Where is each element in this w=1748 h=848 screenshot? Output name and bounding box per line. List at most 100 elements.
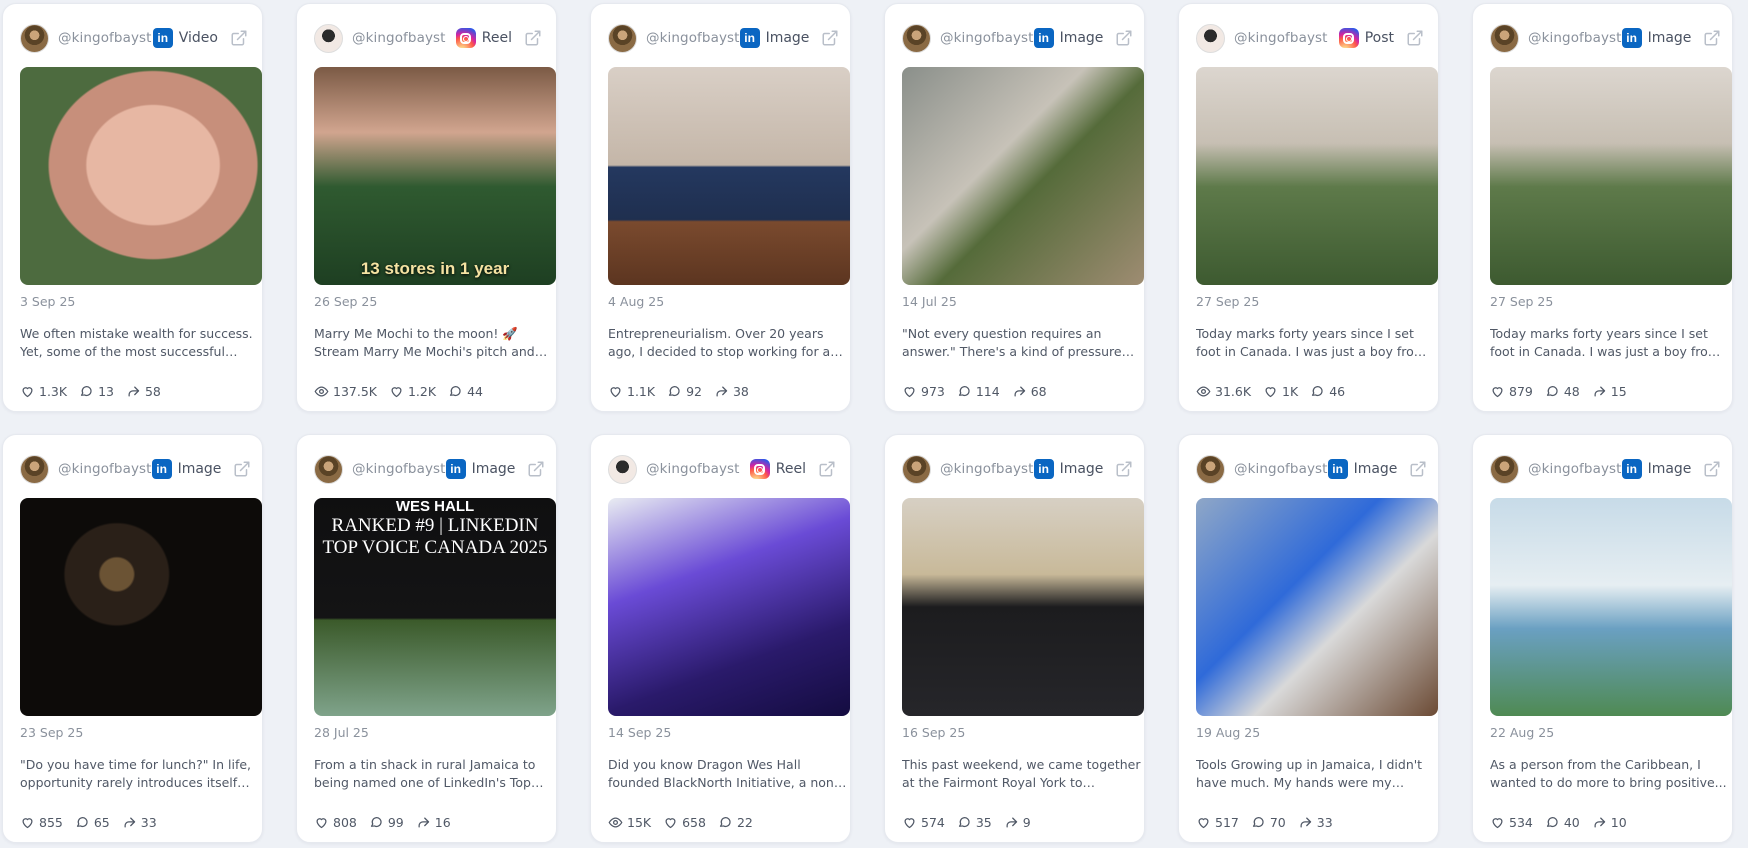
external-link-icon[interactable] [527,460,545,478]
account-handle[interactable]: @kingofbayst [58,30,152,46]
post-date: 22 Aug 25 [1490,725,1555,740]
platform-badge: in Image [151,459,252,479]
account-handle[interactable]: @kingofbayst [1528,461,1622,477]
stat-comment: 13 [79,384,114,399]
avatar[interactable] [314,23,343,53]
external-link-icon[interactable] [818,460,836,478]
post-thumbnail[interactable] [608,498,850,716]
account-handle[interactable]: @kingofbayst [1234,461,1328,477]
comment-icon [957,384,972,399]
post-card[interactable]: @kingofbayst Reel 13 stores in 1 year 26… [296,3,557,412]
avatar[interactable] [1196,23,1225,53]
post-card[interactable]: @kingofbayst in Video 3 Sep 25 We often … [2,3,263,412]
comment-icon [79,384,94,399]
account-handle[interactable]: @kingofbayst [58,461,152,477]
stat-value: 48 [1563,384,1580,399]
external-link-icon[interactable] [1703,460,1721,478]
comment-icon [448,384,463,399]
post-card[interactable]: @kingofbayst Reel 14 Sep 25 Did you know… [590,434,851,843]
post-thumbnail[interactable] [902,498,1144,716]
post-card[interactable]: @kingofbayst Post 27 Sep 25 Today marks … [1178,3,1439,412]
comment-icon [1545,384,1560,399]
post-thumbnail[interactable] [608,67,850,285]
post-card[interactable]: @kingofbayst in Image 16 Sep 25 This pas… [884,434,1145,843]
card-header: @kingofbayst in Image [902,23,1133,53]
external-link-icon[interactable] [1115,460,1133,478]
post-card[interactable]: @kingofbayst in Image 19 Aug 25 Tools Gr… [1178,434,1439,843]
post-card[interactable]: @kingofbayst in Image 4 Aug 25 Entrepren… [590,3,851,412]
post-card[interactable]: @kingofbayst in Image WES HALL RANKED #9… [296,434,557,843]
post-description: From a tin shack in rural Jamaica to bei… [314,757,536,790]
external-link-icon[interactable] [230,29,248,47]
post-stats: 137.5K 1.2K 44 [314,384,483,399]
post-thumbnail[interactable] [20,67,262,285]
stat-value: 855 [39,815,63,830]
avatar[interactable] [314,454,343,484]
post-card[interactable]: @kingofbayst in Image 27 Sep 25 Today ma… [1472,3,1733,412]
avatar[interactable] [902,23,931,53]
post-description: Did you know Dragon Wes Hall founded Bla… [608,757,839,790]
stat-share: 33 [1298,815,1333,830]
comment-icon [667,384,682,399]
post-thumbnail[interactable] [1490,498,1732,716]
post-card[interactable]: @kingofbayst in Image 23 Sep 25 "Do you … [2,434,263,843]
avatar[interactable] [902,454,931,484]
account-handle[interactable]: @kingofbayst [940,30,1034,46]
stat-share: 10 [1592,815,1627,830]
stat-value: 99 [387,815,404,830]
account-handle[interactable]: @kingofbayst [1234,30,1328,46]
instagram-icon [749,459,770,479]
eye-icon [608,815,623,830]
account-handle[interactable]: @kingofbayst [646,30,740,46]
share-icon [126,384,141,399]
avatar[interactable] [1490,23,1519,53]
stat-value: 1K [1282,384,1299,399]
post-description: "Not every question requires an answer."… [902,326,1122,359]
account-handle[interactable]: @kingofbayst [940,461,1034,477]
avatar[interactable] [608,23,637,53]
account-handle[interactable]: @kingofbayst [646,461,740,477]
card-header: @kingofbayst in Video [20,23,248,53]
post-thumbnail[interactable] [1196,498,1438,716]
post-stats: 1.3K 13 58 [20,384,161,399]
post-card[interactable]: @kingofbayst in Image 14 Jul 25 "Not eve… [884,3,1145,412]
stat-heart: 808 [314,815,357,830]
avatar[interactable] [1490,454,1519,484]
post-stats: 808 99 16 [314,815,451,830]
stat-value: 92 [686,384,702,399]
avatar[interactable] [608,454,637,484]
external-link-icon[interactable] [233,460,251,478]
post-thumbnail[interactable] [20,498,262,716]
external-link-icon[interactable] [1703,29,1721,47]
stat-comment: 35 [957,815,992,830]
post-grid: @kingofbayst in Video 3 Sep 25 We often … [0,0,1748,848]
post-thumbnail[interactable] [902,67,1144,285]
post-thumbnail[interactable] [1490,67,1732,285]
stat-eye: 137.5K [314,384,377,399]
linkedin-icon: in [1327,459,1348,479]
stat-value: 40 [1563,815,1580,830]
post-thumbnail[interactable] [1196,67,1438,285]
avatar[interactable] [20,23,49,53]
external-link-icon[interactable] [821,29,839,47]
post-description: As a person from the Caribbean, I wanted… [1490,757,1727,790]
stat-share: 68 [1012,384,1047,399]
account-handle[interactable]: @kingofbayst [352,30,446,46]
post-thumbnail[interactable]: WES HALL RANKED #9 | LINKEDIN TOP VOICE … [314,498,556,716]
heart-icon [902,384,917,399]
stat-value: 13 [98,384,114,399]
post-date: 27 Sep 25 [1490,294,1554,309]
external-link-icon[interactable] [1115,29,1133,47]
avatar[interactable] [20,454,49,484]
account-handle[interactable]: @kingofbayst [352,461,446,477]
external-link-icon[interactable] [524,29,542,47]
external-link-icon[interactable] [1406,29,1424,47]
stat-comment: 48 [1545,384,1580,399]
post-card[interactable]: @kingofbayst in Image 22 Aug 25 As a per… [1472,434,1733,843]
avatar[interactable] [1196,454,1225,484]
account-handle[interactable]: @kingofbayst [1528,30,1622,46]
post-description: "Do you have time for lunch?" In life, o… [20,757,252,790]
post-thumbnail[interactable]: 13 stores in 1 year [314,67,556,285]
linkedin-icon: in [445,459,466,479]
external-link-icon[interactable] [1409,460,1427,478]
